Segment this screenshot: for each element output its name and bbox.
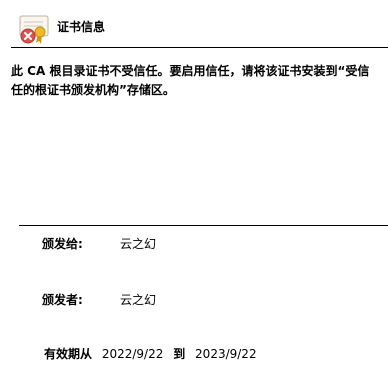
issued-to-label: 颁发给:: [42, 237, 83, 251]
header-divider: [11, 47, 388, 48]
valid-from-date: 2022/9/22: [101, 347, 164, 361]
details-divider: [19, 225, 388, 226]
issued-by-label: 颁发者:: [42, 293, 83, 307]
page-title: 证书信息: [57, 20, 106, 34]
issued-to-value: 云之幻: [120, 237, 157, 251]
validity-label: 有效期从: [44, 347, 93, 361]
validity-period: 有效期从 2022/9/22 到 2023/9/22: [44, 347, 257, 361]
issued-by-value: 云之幻: [120, 293, 157, 307]
validity-to-word: 到: [173, 347, 186, 361]
certificate-header: 证书信息: [0, 0, 388, 48]
trust-warning-text: 此 CA 根目录证书不受信任。要启用信任，请将该证书安装到“受信任的根证书颁发机…: [11, 64, 370, 97]
certificate-error-icon: [19, 15, 49, 44]
valid-to-date: 2023/9/22: [195, 347, 257, 361]
